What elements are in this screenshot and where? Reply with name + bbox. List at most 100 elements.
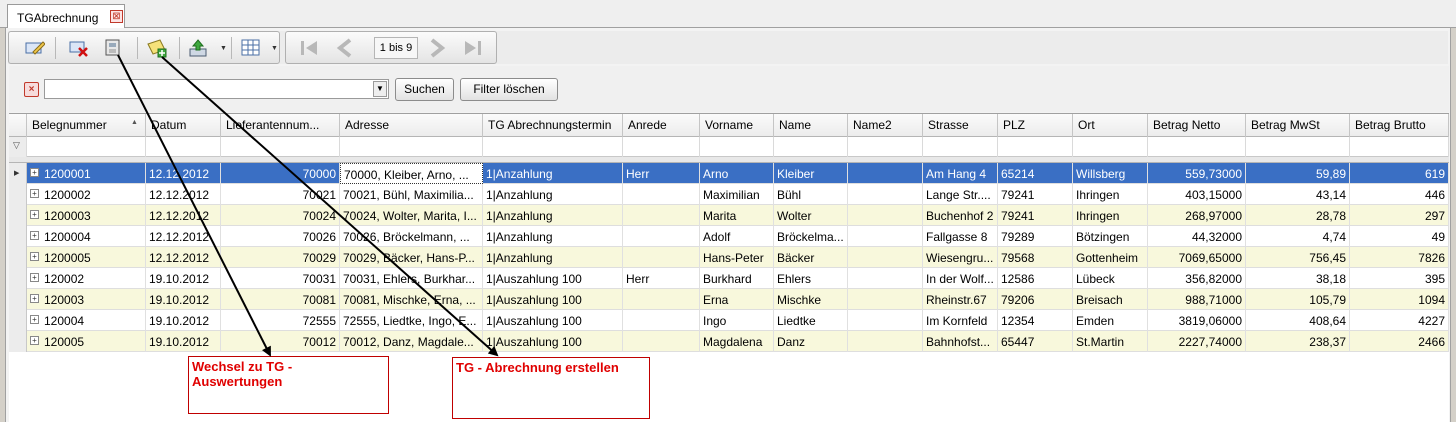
- filter-input[interactable]: ▼: [44, 79, 389, 99]
- export-dropdown-icon[interactable]: ▼: [220, 45, 227, 52]
- column-header-label: Name2: [853, 118, 892, 132]
- table-cell: 1200004: [27, 226, 146, 247]
- current-row-indicator-icon[interactable]: ▶: [9, 163, 27, 184]
- column-header[interactable]: Name2: [848, 114, 923, 137]
- tab-tgabrechnung[interactable]: TGAbrechnung ⊠: [7, 4, 125, 29]
- table-row[interactable]: ▶ +1200001 12.12.2012 70000 70000, Kleiber, …: [9, 163, 1449, 184]
- column-header[interactable]: TG Abrechnungstermin: [483, 114, 623, 137]
- table-row[interactable]: +1200002 12.12.2012 70021 70021, Bühl, Maxi…: [9, 184, 1449, 205]
- table-cell: Am Hang 4: [923, 163, 998, 184]
- grid-layout-button[interactable]: [239, 37, 263, 59]
- table-cell: Rheinstr.67: [923, 289, 998, 310]
- column-filter-cell[interactable]: [146, 137, 221, 157]
- column-filter-cell[interactable]: [998, 137, 1073, 157]
- column-header[interactable]: Betrag Brutto: [1350, 114, 1449, 137]
- row-indicator[interactable]: [9, 331, 27, 352]
- first-page-button[interactable]: [296, 36, 322, 60]
- row-indicator[interactable]: [9, 226, 27, 247]
- column-filter-cell[interactable]: [700, 137, 774, 157]
- column-header[interactable]: Betrag MwSt: [1246, 114, 1350, 137]
- grid-layout-dropdown-icon[interactable]: ▼: [271, 45, 278, 52]
- table-cell: [848, 163, 923, 184]
- export-button[interactable]: [187, 37, 211, 59]
- switch-evaluation-button[interactable]: [101, 37, 125, 59]
- create-billing-icon: [147, 39, 167, 58]
- column-filter-cell[interactable]: [1246, 137, 1350, 157]
- delete-button[interactable]: [67, 37, 91, 59]
- table-cell: Bahnhofst...: [923, 331, 998, 352]
- column-filter-cell[interactable]: [27, 137, 146, 157]
- table-cell: [623, 226, 700, 247]
- row-indicator[interactable]: [9, 205, 27, 226]
- table-cell: 79206: [998, 289, 1073, 310]
- column-filter-cell[interactable]: [923, 137, 998, 157]
- column-header[interactable]: Lieferantennum...: [221, 114, 340, 137]
- row-indicator[interactable]: [9, 310, 27, 331]
- toolbar-separator: [179, 37, 180, 59]
- tab-strip: TGAbrechnung ⊠: [0, 0, 1456, 29]
- table-cell: 70000: [221, 163, 340, 184]
- column-filter-cell[interactable]: [221, 137, 340, 157]
- column-header[interactable]: Name: [774, 114, 848, 137]
- edit-button[interactable]: [23, 37, 47, 59]
- column-header[interactable]: Strasse: [923, 114, 998, 137]
- table-cell: Bäcker: [774, 247, 848, 268]
- table-cell: 1200003: [27, 205, 146, 226]
- table-cell: Danz: [774, 331, 848, 352]
- table-cell: 70000, Kleiber, Arno, ...: [340, 163, 483, 184]
- table-cell: Wolter: [774, 205, 848, 226]
- next-page-button[interactable]: [424, 36, 450, 60]
- grid-filter-row: ▽: [9, 137, 1449, 157]
- column-header-label: TG Abrechnungstermin: [488, 118, 612, 132]
- last-page-button[interactable]: [460, 36, 486, 60]
- table-row[interactable]: +1200005 12.12.2012 70029 70029, Bäcker, Ha…: [9, 247, 1449, 268]
- table-cell: 79241: [998, 205, 1073, 226]
- grid-header-row: Belegnummer ▲ Datum Lieferantennum... Adress…: [9, 114, 1449, 137]
- column-filter-cell[interactable]: [340, 137, 483, 157]
- table-row[interactable]: +120005 19.10.2012 70012 70012, Danz, Magda…: [9, 331, 1449, 352]
- column-filter-cell[interactable]: [1148, 137, 1246, 157]
- row-indicator[interactable]: [9, 184, 27, 205]
- column-filter-cell[interactable]: [623, 137, 700, 157]
- table-row[interactable]: +1200004 12.12.2012 70026 70026, Bröckelman…: [9, 226, 1449, 247]
- table-row[interactable]: +120004 19.10.2012 72555 72555, Liedtke, In…: [9, 310, 1449, 331]
- table-cell: 1|Anzahlung: [483, 226, 623, 247]
- column-header[interactable]: Belegnummer ▲: [27, 114, 146, 137]
- column-header[interactable]: Anrede: [623, 114, 700, 137]
- table-cell: [848, 331, 923, 352]
- column-header[interactable]: Betrag Netto: [1148, 114, 1246, 137]
- chevron-down-icon[interactable]: ▼: [373, 81, 387, 97]
- table-row[interactable]: +120003 19.10.2012 70081 70081, Mischke, Er…: [9, 289, 1449, 310]
- table-row[interactable]: +120002 19.10.2012 70031 70031, Ehlers, Bur…: [9, 268, 1449, 289]
- search-button[interactable]: Suchen: [395, 78, 454, 101]
- column-header[interactable]: Ort: [1073, 114, 1148, 137]
- row-indicator[interactable]: [9, 289, 27, 310]
- column-filter-cell[interactable]: [1350, 137, 1449, 157]
- row-indicator[interactable]: [9, 268, 27, 289]
- row-indicator[interactable]: [9, 247, 27, 268]
- column-header-label: Betrag Netto: [1153, 118, 1221, 132]
- clear-filter-button[interactable]: Filter löschen: [460, 78, 558, 101]
- close-icon[interactable]: ⊠: [110, 10, 123, 23]
- column-filter-cell[interactable]: [774, 137, 848, 157]
- table-cell: 446: [1350, 184, 1449, 205]
- column-header[interactable]: Adresse: [340, 114, 483, 137]
- column-header[interactable]: PLZ: [998, 114, 1073, 137]
- column-header[interactable]: Vorname: [700, 114, 774, 137]
- table-cell: 70081: [221, 289, 340, 310]
- clear-filter-icon[interactable]: ×: [24, 82, 39, 97]
- table-cell: Erna: [700, 289, 774, 310]
- filter-row-icon[interactable]: ▽: [9, 137, 27, 157]
- column-filter-cell[interactable]: [1073, 137, 1148, 157]
- column-header[interactable]: Datum: [146, 114, 221, 137]
- table-cell: 4,74: [1246, 226, 1350, 247]
- previous-page-button[interactable]: [332, 36, 358, 60]
- column-filter-cell[interactable]: [483, 137, 623, 157]
- table-cell: 1|Auszahlung 100: [483, 331, 623, 352]
- create-billing-button[interactable]: [145, 37, 169, 59]
- table-cell: 12.12.2012: [146, 184, 221, 205]
- column-header-label: Betrag Brutto: [1355, 118, 1426, 132]
- table-row[interactable]: +1200003 12.12.2012 70024 70024, Wolter, Ma…: [9, 205, 1449, 226]
- table-cell: 120002: [27, 268, 146, 289]
- column-filter-cell[interactable]: [848, 137, 923, 157]
